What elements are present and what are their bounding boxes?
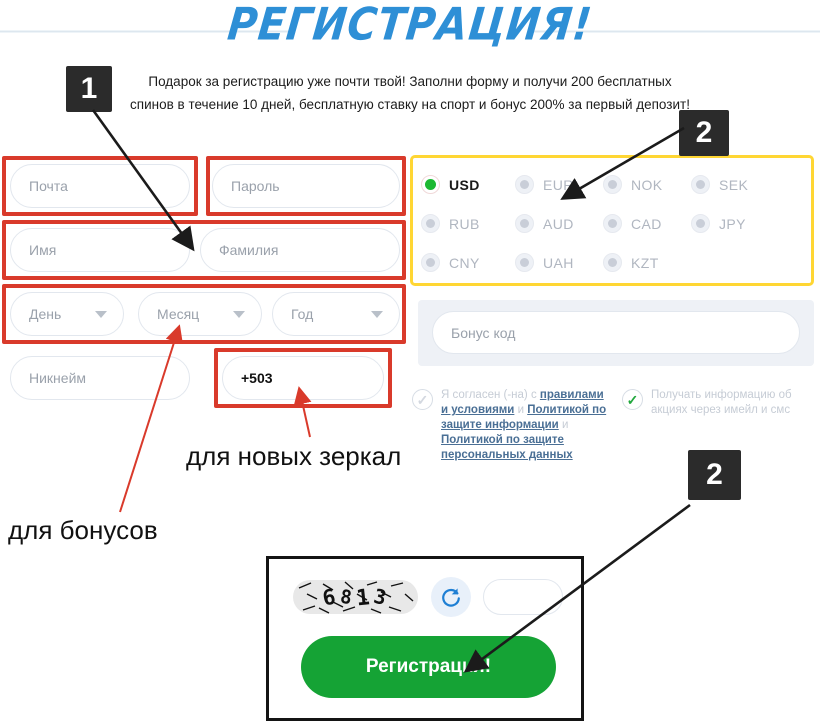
currency-option-usd[interactable]: USD: [421, 175, 515, 194]
captcha-digit: 3: [371, 583, 391, 611]
captcha-code: 6 8 1 3: [293, 580, 418, 614]
currency-label: AUD: [543, 215, 574, 232]
currency-option-rub[interactable]: RUB: [421, 214, 515, 233]
currency-grid: USD EUR NOK SEK RUB AUD CAD JPY CNY UAH …: [421, 165, 807, 282]
radio-icon: [603, 253, 622, 272]
birth-month-select[interactable]: Месяц: [138, 292, 262, 336]
captcha-refresh-button[interactable]: [431, 577, 471, 617]
currency-option-jpy[interactable]: JPY: [691, 214, 779, 233]
captcha-input[interactable]: [483, 579, 563, 615]
currency-label: JPY: [719, 215, 746, 232]
birth-day-select[interactable]: День: [10, 292, 124, 336]
terms-agreement[interactable]: ✓ Я согласен (-на) с правилами и условия…: [412, 388, 612, 463]
password-field[interactable]: Пароль: [212, 164, 400, 208]
currency-option-aud[interactable]: AUD: [515, 214, 603, 233]
terms-agreement-text: Я согласен (-на) с правилами и условиями…: [441, 388, 612, 463]
nickname-field[interactable]: Никнейм: [10, 356, 190, 400]
bonus-code-panel: Бонус код: [418, 300, 814, 366]
birth-year-label: Год: [291, 306, 314, 322]
phone-field[interactable]: +503: [222, 356, 384, 400]
promo-agreement-text: Получать информацию об акциях через имей…: [651, 389, 792, 416]
annotation-badge-3: 2: [688, 450, 741, 500]
intro-paragraph: Подарок за регистрацию уже почти твой! З…: [130, 74, 690, 112]
lastname-field[interactable]: Фамилия: [200, 228, 400, 272]
captcha-image: 6 8 1 3: [293, 580, 418, 614]
currency-label: USD: [449, 176, 480, 193]
refresh-icon: [442, 588, 460, 607]
captcha-card: 6 8 1 3 Регистрация!: [266, 556, 584, 721]
currency-option-sek[interactable]: SEK: [691, 175, 779, 194]
birth-year-select[interactable]: Год: [272, 292, 400, 336]
terms-prefix: Я согласен (-на) с: [441, 389, 540, 401]
currency-label: CAD: [631, 215, 662, 232]
currency-label: KZT: [631, 254, 659, 271]
birth-month-label: Месяц: [157, 306, 200, 322]
radio-icon: [515, 214, 534, 233]
currency-option-nok[interactable]: NOK: [603, 175, 691, 194]
captcha-digit: 6: [320, 583, 340, 611]
register-submit-button[interactable]: Регистрация!: [301, 636, 556, 698]
currency-label: NOK: [631, 176, 663, 193]
promo-agreement[interactable]: ✓ Получать информацию об акциях через им…: [622, 388, 818, 418]
registration-page: РЕГИСТРАЦИЯ! Подарок за регистрацию уже …: [0, 0, 820, 727]
currency-label: RUB: [449, 215, 480, 232]
radio-icon: [691, 214, 710, 233]
chevron-down-icon: [95, 311, 107, 318]
currency-label: UAH: [543, 254, 574, 271]
chevron-down-icon: [233, 311, 245, 318]
annotation-note-bonuses: для бонусов: [8, 515, 158, 545]
checkbox-terms[interactable]: ✓: [412, 389, 433, 410]
bonus-code-input[interactable]: Бонус код: [432, 311, 800, 354]
currency-option-eur[interactable]: EUR: [515, 175, 603, 194]
checkbox-promo[interactable]: ✓: [622, 389, 643, 410]
radio-icon: [421, 253, 440, 272]
email-field[interactable]: Почта: [10, 164, 190, 208]
firstname-field[interactable]: Имя: [10, 228, 190, 272]
currency-option-cad[interactable]: CAD: [603, 214, 691, 233]
currency-label: SEK: [719, 176, 749, 193]
currency-label: EUR: [543, 176, 574, 193]
terms-link-personal-data[interactable]: Политикой по защите персональных данных: [441, 434, 573, 461]
radio-icon: [603, 214, 622, 233]
currency-label: CNY: [449, 254, 480, 271]
page-header: РЕГИСТРАЦИЯ!: [0, 0, 820, 56]
currency-option-cny[interactable]: CNY: [421, 253, 515, 272]
chevron-down-icon: [371, 311, 383, 318]
radio-icon: [515, 253, 534, 272]
radio-icon: [691, 175, 710, 194]
radio-icon: [421, 175, 440, 194]
page-title: РЕГИСТРАЦИЯ!: [225, 0, 595, 51]
radio-icon: [603, 175, 622, 194]
terms-conj-2: и: [558, 419, 569, 431]
annotation-badge-2: 2: [679, 110, 729, 156]
birth-day-label: День: [29, 306, 62, 322]
radio-icon: [421, 214, 440, 233]
currency-panel: USD EUR NOK SEK RUB AUD CAD JPY CNY UAH …: [410, 155, 814, 286]
captcha-digit: 8: [338, 584, 356, 610]
terms-conj-1: и: [514, 404, 528, 416]
annotation-note-mirrors: для новых зеркал: [186, 441, 402, 471]
currency-option-uah[interactable]: UAH: [515, 253, 603, 272]
radio-icon: [515, 175, 534, 194]
currency-option-kzt[interactable]: KZT: [603, 253, 691, 272]
annotation-badge-1: 1: [66, 66, 112, 112]
